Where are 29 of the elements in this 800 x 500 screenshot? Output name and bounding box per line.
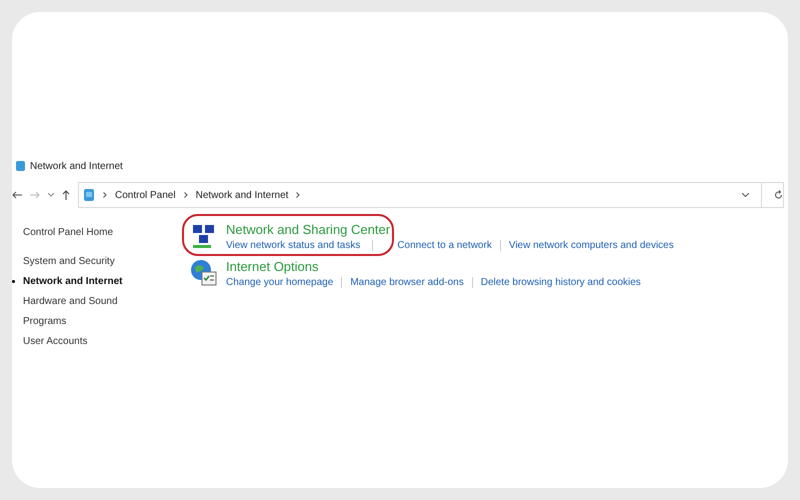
breadcrumb[interactable]: Network and Internet (196, 188, 288, 202)
window-title: Network and Internet (30, 160, 123, 174)
back-arrow-icon[interactable] (12, 191, 22, 199)
sidebar-item[interactable]: Programs (23, 314, 66, 328)
task-link[interactable]: Delete browsing history and cookies (480, 275, 641, 290)
sidebar-item[interactable]: User Accounts (23, 334, 88, 348)
globe-document-icon (190, 259, 218, 287)
chevron-icon (103, 192, 107, 198)
refresh-icon[interactable] (774, 190, 783, 200)
task-link[interactable]: Change your homepage (226, 275, 334, 290)
caret-icon[interactable] (48, 193, 54, 197)
sidebar-item[interactable]: System and Security (23, 254, 115, 268)
sidebar-item[interactable]: Network and Internet (23, 274, 122, 288)
task-link[interactable]: View network computers and devices (508, 238, 674, 253)
control-panel-icon (83, 188, 95, 202)
task-link[interactable]: View network status and tasks (226, 238, 360, 253)
chevron-icon (296, 192, 300, 198)
chevron-icon (184, 192, 188, 198)
task-link[interactable]: Manage browser add-ons (350, 275, 464, 290)
sidebar-item[interactable]: Control Panel Home (23, 224, 114, 240)
category-title[interactable]: Network and Sharing Center (226, 222, 674, 238)
address-bar[interactable]: Control Panel Network and Internet (78, 182, 784, 208)
sidebar-item[interactable]: Hardware and Sound (23, 294, 118, 308)
up-arrow-icon[interactable] (62, 190, 70, 200)
category-title[interactable]: Internet Options (226, 259, 641, 275)
breadcrumb[interactable]: Control Panel (115, 188, 176, 202)
control-panel-icon (16, 160, 26, 172)
task-link[interactable]: Connect to a network (397, 238, 492, 253)
dropdown-caret-icon[interactable] (742, 193, 749, 197)
